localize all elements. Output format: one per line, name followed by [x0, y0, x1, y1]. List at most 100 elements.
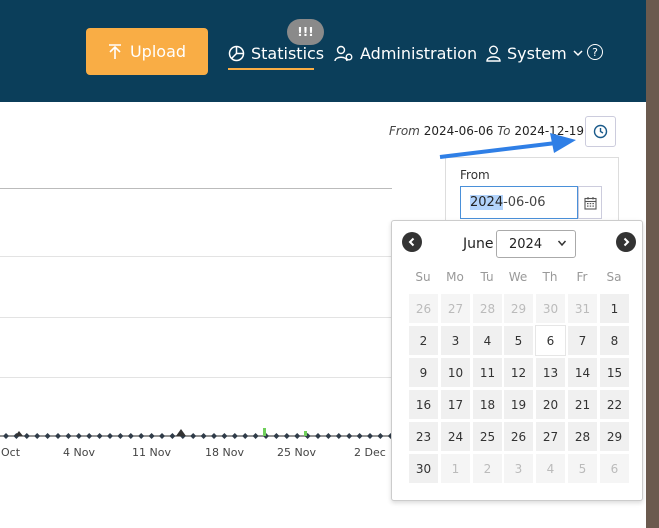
- chart-top-border: [0, 188, 392, 189]
- date-input-selected-text: 2024: [470, 195, 504, 210]
- series-point: [127, 433, 134, 439]
- upload-arrow-icon: [108, 43, 121, 59]
- series-point: [86, 433, 93, 439]
- open-calendar-button[interactable]: [578, 186, 602, 219]
- chart-series: [0, 428, 394, 439]
- calendar-day[interactable]: 2: [408, 325, 439, 356]
- calendar-day[interactable]: 24: [440, 421, 471, 452]
- x-tick-label: 4 Nov: [63, 446, 95, 459]
- series-point: [138, 433, 145, 439]
- series-point: [273, 433, 280, 439]
- calendar-day[interactable]: 26: [503, 421, 534, 452]
- calendar-day-other-month[interactable]: 31: [567, 293, 598, 324]
- calendar-day-other-month[interactable]: 29: [503, 293, 534, 324]
- calendar-day[interactable]: 1: [599, 293, 630, 324]
- calendar-icon: [583, 196, 597, 210]
- nav-statistics-label: Statistics: [251, 43, 325, 63]
- series-point: [283, 433, 290, 439]
- from-date-input[interactable]: 2024-06-06: [460, 186, 578, 219]
- calendar-day[interactable]: 20: [535, 389, 566, 420]
- nav-administration[interactable]: Administration: [334, 42, 477, 64]
- calendar-day-other-month[interactable]: 3: [503, 453, 534, 484]
- calendar-day[interactable]: 5: [503, 325, 534, 356]
- calendar-day-other-month[interactable]: 30: [535, 293, 566, 324]
- series-point: [55, 433, 61, 439]
- picker-from-label: From: [460, 168, 490, 182]
- x-tick-label: 18 Nov: [205, 446, 244, 459]
- calendar-day-other-month[interactable]: 26: [408, 293, 439, 324]
- series-point: [325, 433, 332, 439]
- calendar-day[interactable]: 8: [599, 325, 630, 356]
- calendar-day-other-month[interactable]: 5: [567, 453, 598, 484]
- calendar-day[interactable]: 14: [567, 357, 598, 388]
- calendar-day-other-month[interactable]: 6: [599, 453, 630, 484]
- series-point: [148, 433, 155, 439]
- upload-button[interactable]: Upload: [86, 28, 208, 75]
- weekday-header: Mo: [446, 270, 464, 284]
- calendar-day[interactable]: 12: [503, 357, 534, 388]
- weekday-header: Th: [542, 270, 558, 284]
- calendar-day[interactable]: 17: [440, 389, 471, 420]
- calendar-day[interactable]: 23: [408, 421, 439, 452]
- series-point: [65, 433, 72, 439]
- year-select[interactable]: 2024: [496, 230, 576, 258]
- series-point: [34, 433, 41, 439]
- series-point: [3, 433, 9, 439]
- calendar-day[interactable]: 10: [440, 357, 471, 388]
- chevron-down-icon: [557, 240, 567, 247]
- previous-month-button[interactable]: [402, 232, 422, 252]
- help-icon[interactable]: ?: [587, 44, 603, 60]
- calendar-day-other-month[interactable]: 4: [535, 453, 566, 484]
- series-point: [315, 433, 321, 439]
- pie-chart-icon: [228, 45, 245, 61]
- upload-label: Upload: [129, 42, 187, 61]
- calendar-day-other-month[interactable]: 2: [472, 453, 503, 484]
- calendar-day-other-month[interactable]: 27: [440, 293, 471, 324]
- series-point: [346, 433, 353, 439]
- x-tick-label: 11 Nov: [132, 446, 171, 459]
- series-point: [335, 433, 342, 439]
- next-month-button[interactable]: [616, 232, 636, 252]
- x-tick-label: Oct: [1, 446, 21, 459]
- calendar-day[interactable]: 29: [599, 421, 630, 452]
- calendar-day[interactable]: 19: [503, 389, 534, 420]
- x-tick-label: 25 Nov: [277, 446, 316, 459]
- series-point: [221, 433, 228, 439]
- calendar-day[interactable]: 21: [567, 389, 598, 420]
- calendar-day[interactable]: 25: [472, 421, 503, 452]
- calendar-day-other-month[interactable]: 1: [440, 453, 471, 484]
- calendar-day[interactable]: 11: [472, 357, 503, 388]
- series-point: [107, 433, 113, 439]
- series-point: [252, 433, 259, 439]
- calendar-day[interactable]: 27: [535, 421, 566, 452]
- nav-administration-label: Administration: [360, 43, 478, 63]
- nav-system-label: System: [507, 43, 567, 63]
- calendar-day-other-month[interactable]: 28: [472, 293, 503, 324]
- x-tick-label: 2 Dec: [354, 446, 386, 459]
- calendar-day[interactable]: 18: [472, 389, 503, 420]
- series-point: [96, 433, 103, 439]
- year-select-value: 2024: [509, 237, 543, 252]
- calendar-day[interactable]: 7: [567, 325, 598, 356]
- chart-gridline: [0, 317, 392, 318]
- top-navigation-bar: Upload !!! Statistics Administration Sys…: [0, 0, 646, 102]
- calendar-day[interactable]: 3: [440, 325, 471, 356]
- calendar-day[interactable]: 13: [535, 357, 566, 388]
- calendar-day[interactable]: 15: [599, 357, 630, 388]
- calendar-day[interactable]: 30: [408, 453, 439, 484]
- calendar-day[interactable]: 9: [408, 357, 439, 388]
- nav-system[interactable]: System: [486, 42, 583, 64]
- weekday-header: Tu: [480, 270, 494, 284]
- calendar-day[interactable]: 22: [599, 389, 630, 420]
- nav-statistics[interactable]: Statistics: [228, 42, 324, 64]
- series-point: [200, 433, 207, 439]
- calendar-day[interactable]: 6: [535, 325, 566, 356]
- series-point: [75, 433, 82, 439]
- series-point: [231, 433, 238, 439]
- calendar-day[interactable]: 16: [408, 389, 439, 420]
- date-range-toggle-button[interactable]: [585, 116, 616, 147]
- calendar-day[interactable]: 28: [567, 421, 598, 452]
- series-point: [117, 433, 124, 439]
- user-gear-icon: [334, 45, 353, 61]
- calendar-day[interactable]: 4: [472, 325, 503, 356]
